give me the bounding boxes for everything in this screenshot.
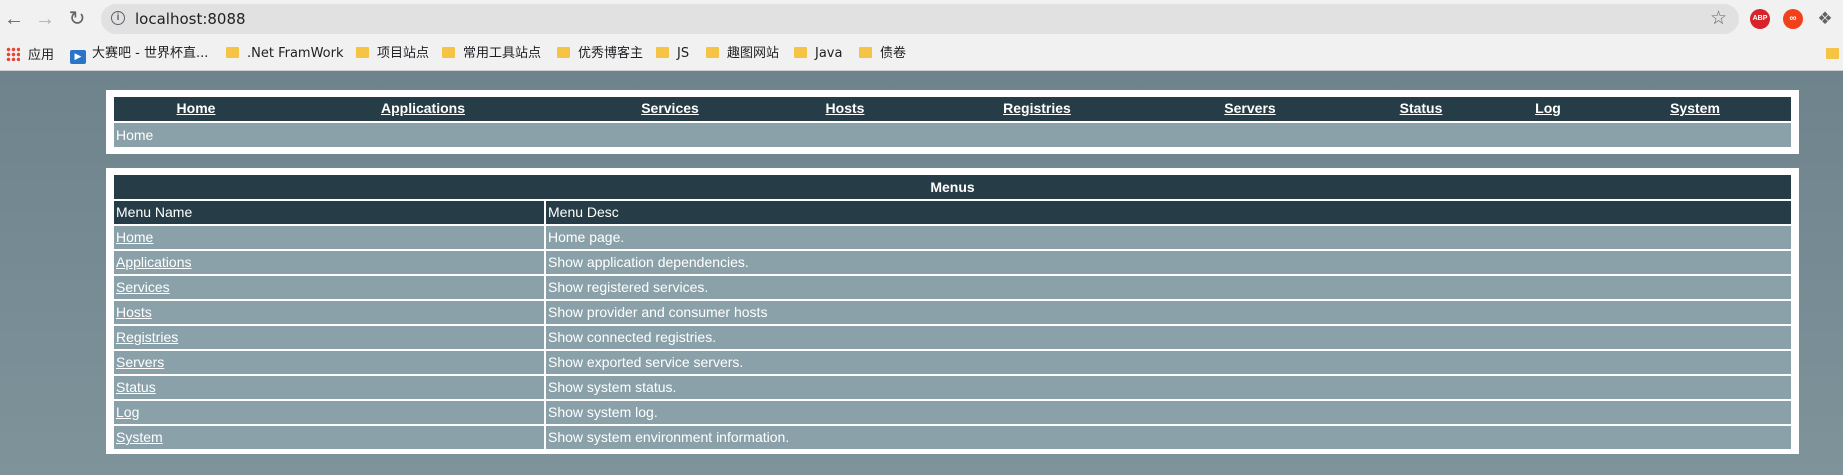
menu-desc: Show connected registries.	[546, 326, 1791, 349]
bookmark-folder-tools[interactable]: 常用工具站点	[442, 45, 541, 63]
bookmark-apps[interactable]: 应用	[6, 45, 54, 63]
address-bar[interactable]: i localhost:8088 ☆	[101, 4, 1739, 34]
menu-link-system[interactable]: System	[116, 429, 163, 445]
menu-desc: Home page.	[546, 226, 1791, 249]
table-row: System Show system environment informati…	[114, 426, 1791, 449]
menu-desc: Show application dependencies.	[546, 251, 1791, 274]
url-text[interactable]: localhost:8088	[135, 10, 246, 28]
table-row: Registries Show connected registries.	[114, 326, 1791, 349]
bookmark-folder-blogs[interactable]: 优秀博客主	[557, 45, 643, 63]
bookmark-folder-java[interactable]: Java	[794, 45, 842, 63]
menu-link-log[interactable]: Log	[116, 404, 139, 420]
folder-icon	[859, 47, 872, 58]
menu-link-services[interactable]: Services	[116, 279, 170, 295]
table-row: Servers Show exported service servers.	[114, 351, 1791, 374]
breadcrumb: Home	[114, 123, 1791, 147]
nav-link-registries[interactable]: Registries	[1003, 100, 1071, 116]
bookmark-folder-funny-pics[interactable]: 趣图网站	[706, 45, 779, 63]
folder-icon	[656, 47, 669, 58]
tv-icon: ▶	[70, 50, 86, 64]
bookmarks-bar: 应用 ▶ 大赛吧 - 世界杯直... .Net FramWork 项目站点 常用工…	[0, 38, 1843, 70]
menu-link-hosts[interactable]: Hosts	[116, 304, 152, 320]
reload-icon[interactable]: ↻	[66, 8, 88, 30]
table-row: Home Home page.	[114, 226, 1791, 249]
menu-desc: Show system status.	[546, 376, 1791, 399]
folder-icon	[706, 47, 719, 58]
folder-icon	[226, 47, 239, 58]
column-header-menu-desc: Menu Desc	[546, 201, 1791, 224]
column-header-menu-name: Menu Name	[114, 201, 544, 224]
table-row: Status Show system status.	[114, 376, 1791, 399]
nav-link-servers[interactable]: Servers	[1224, 100, 1275, 116]
bookmark-folder-netframework[interactable]: .Net FramWork	[226, 45, 344, 63]
folder-icon	[356, 47, 369, 58]
navigation-panel: Home Applications Services Hosts Registr…	[106, 90, 1799, 154]
folder-icon	[1826, 48, 1839, 59]
bookmark-folder-bonds[interactable]: 债卷	[859, 45, 906, 63]
site-info-icon[interactable]: i	[111, 11, 125, 25]
nav-link-home[interactable]: Home	[177, 100, 216, 116]
bookmark-folder-js[interactable]: JS	[656, 45, 689, 63]
back-icon[interactable]: ←	[3, 8, 25, 30]
breadcrumb-current: Home	[116, 127, 154, 143]
nav-link-log[interactable]: Log	[1535, 100, 1561, 116]
menu-desc: Show exported service servers.	[546, 351, 1791, 374]
bookmark-folder-projects[interactable]: 项目站点	[356, 45, 429, 63]
main-nav-bar: Home Applications Services Hosts Registr…	[114, 97, 1791, 121]
folder-icon	[442, 47, 455, 58]
menu-link-status[interactable]: Status	[116, 379, 156, 395]
nav-link-system[interactable]: System	[1670, 100, 1720, 116]
bookmark-dasaiba[interactable]: ▶ 大赛吧 - 世界杯直...	[70, 45, 208, 64]
menus-table-title: Menus	[114, 175, 1791, 199]
table-row: Log Show system log.	[114, 401, 1791, 424]
menu-desc: Show registered services.	[546, 276, 1791, 299]
nav-link-status[interactable]: Status	[1400, 100, 1443, 116]
table-row: Applications Show application dependenci…	[114, 251, 1791, 274]
menu-link-servers[interactable]: Servers	[116, 354, 164, 370]
bookmark-star-icon[interactable]: ☆	[1710, 7, 1727, 30]
folder-icon	[794, 47, 807, 58]
extensions-puzzle-icon[interactable]: ❖	[1815, 9, 1835, 29]
page-body: Home Applications Services Hosts Registr…	[0, 71, 1843, 475]
menu-link-registries[interactable]: Registries	[116, 329, 178, 345]
adblock-extension-icon[interactable]: ABP	[1750, 9, 1770, 29]
nav-link-hosts[interactable]: Hosts	[826, 100, 865, 116]
other-bookmarks-folder[interactable]	[1826, 45, 1843, 63]
nav-link-applications[interactable]: Applications	[381, 100, 465, 116]
menu-desc: Show system log.	[546, 401, 1791, 424]
browser-toolbar: ← → ↻ i localhost:8088 ☆ ABP ∞ ❖	[0, 0, 1843, 38]
menu-desc: Show system environment information.	[546, 426, 1791, 449]
folder-icon	[557, 47, 570, 58]
menus-table-header: Menu Name Menu Desc	[114, 201, 1791, 224]
menu-link-home[interactable]: Home	[116, 229, 153, 245]
table-row: Hosts Show provider and consumer hosts	[114, 301, 1791, 324]
menu-link-applications[interactable]: Applications	[116, 254, 192, 270]
nav-link-services[interactable]: Services	[641, 100, 699, 116]
menu-desc: Show provider and consumer hosts	[546, 301, 1791, 324]
table-row: Services Show registered services.	[114, 276, 1791, 299]
loop-extension-icon[interactable]: ∞	[1783, 9, 1803, 29]
forward-icon[interactable]: →	[34, 8, 56, 30]
browser-chrome: ← → ↻ i localhost:8088 ☆ ABP ∞ ❖ 应用 ▶ 大赛吧…	[0, 0, 1843, 71]
apps-grid-icon	[6, 47, 20, 61]
menus-panel: Menus Menu Name Menu Desc Home Home page…	[106, 168, 1799, 454]
